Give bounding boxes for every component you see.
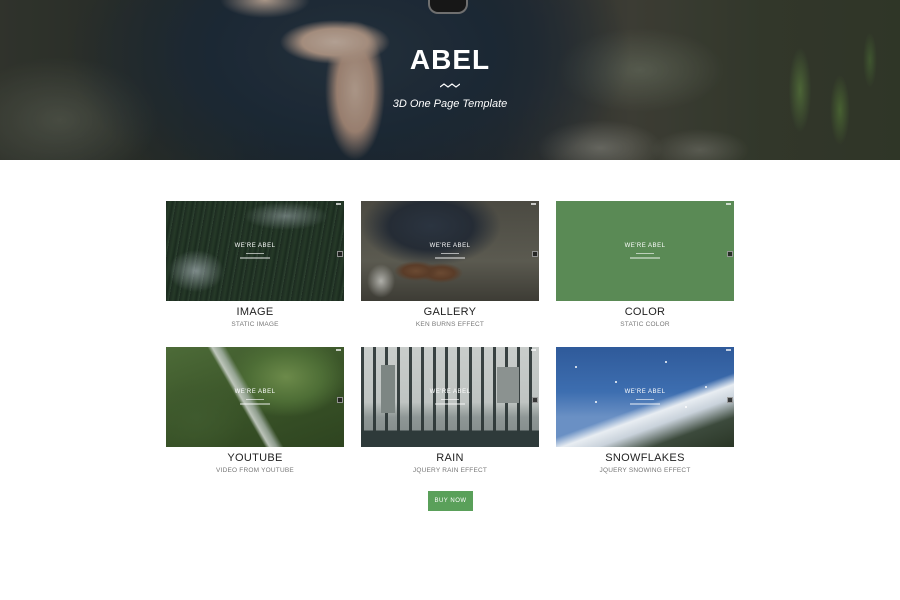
arrow-icon bbox=[727, 251, 733, 257]
arrow-icon bbox=[532, 397, 538, 403]
site-tagline: 3D One Page Template bbox=[392, 98, 508, 110]
demo-card-snowflakes: WE'RE ABEL SNOWFLAKES JQUERY SNOWING EFF… bbox=[556, 347, 734, 474]
thumbnail-caption: WE'RE ABEL bbox=[429, 243, 471, 249]
demo-subtitle: JQUERY SNOWING EFFECT bbox=[599, 467, 691, 474]
menu-icon bbox=[531, 349, 536, 351]
demo-thumbnail-youtube[interactable]: WE'RE ABEL bbox=[166, 347, 344, 447]
demo-card-color: WE'RE ABEL COLOR STATIC COLOR bbox=[556, 201, 734, 328]
menu-icon bbox=[336, 349, 341, 351]
menu-icon bbox=[726, 349, 731, 351]
demo-title[interactable]: COLOR bbox=[556, 305, 734, 319]
site-title: ABEL bbox=[409, 44, 491, 75]
demo-thumbnail-rain[interactable]: WE'RE ABEL bbox=[361, 347, 539, 447]
menu-icon bbox=[531, 203, 536, 205]
menu-icon bbox=[336, 203, 341, 205]
arrow-icon bbox=[337, 397, 343, 403]
buy-now-button[interactable]: BUY NOW bbox=[428, 491, 473, 511]
demo-card-gallery: WE'RE ABEL GALLERY KEN BURNS EFFECT bbox=[361, 201, 539, 328]
menu-icon bbox=[726, 203, 731, 205]
demo-card-youtube: WE'RE ABEL YOUTUBE VIDEO FROM YOUTUBE bbox=[166, 347, 344, 474]
demo-card-rain: WE'RE ABEL RAIN JQUERY RAIN EFFECT bbox=[361, 347, 539, 474]
thumbnail-divider bbox=[441, 399, 459, 400]
thumbnail-divider bbox=[246, 399, 264, 400]
thumbnail-caption: WE'RE ABEL bbox=[234, 243, 276, 249]
demo-thumbnail-image[interactable]: WE'RE ABEL bbox=[166, 201, 344, 301]
thumbnail-building bbox=[497, 367, 519, 403]
demo-subtitle: STATIC COLOR bbox=[620, 321, 670, 328]
thumbnail-caption: WE'RE ABEL bbox=[624, 243, 666, 249]
thumbnail-subtext bbox=[630, 403, 660, 405]
demo-title[interactable]: RAIN bbox=[361, 451, 539, 465]
thumbnail-caption: WE'RE ABEL bbox=[429, 389, 471, 395]
arrow-icon bbox=[532, 251, 538, 257]
thumbnail-subtext bbox=[240, 403, 270, 405]
arrow-icon bbox=[337, 251, 343, 257]
thumbnail-subtext bbox=[630, 257, 660, 259]
demo-title[interactable]: YOUTUBE bbox=[166, 451, 344, 465]
thumbnail-divider bbox=[246, 253, 264, 254]
thumbnail-caption: WE'RE ABEL bbox=[234, 389, 276, 395]
hero-banner: ABEL 3D One Page Template bbox=[0, 0, 900, 160]
demo-subtitle: KEN BURNS EFFECT bbox=[415, 321, 485, 328]
demo-card-image: WE'RE ABEL IMAGE STATIC IMAGE bbox=[166, 201, 344, 328]
demo-subtitle: JQUERY RAIN EFFECT bbox=[412, 467, 488, 474]
demo-title[interactable]: IMAGE bbox=[166, 305, 344, 319]
demo-subtitle: STATIC IMAGE bbox=[231, 321, 279, 328]
zigzag-divider-icon bbox=[440, 83, 460, 88]
thumbnail-subtext bbox=[240, 257, 270, 259]
arrow-icon bbox=[727, 397, 733, 403]
thumbnail-divider bbox=[636, 399, 654, 400]
demo-thumbnail-color[interactable]: WE'RE ABEL bbox=[556, 201, 734, 301]
thumbnail-caption: WE'RE ABEL bbox=[624, 389, 666, 395]
demo-title[interactable]: SNOWFLAKES bbox=[556, 451, 734, 465]
thumbnail-divider bbox=[636, 253, 654, 254]
demo-subtitle: VIDEO FROM YOUTUBE bbox=[216, 467, 294, 474]
demo-thumbnail-gallery[interactable]: WE'RE ABEL bbox=[361, 201, 539, 301]
demo-thumbnail-snowflakes[interactable]: WE'RE ABEL bbox=[556, 347, 734, 447]
thumbnail-divider bbox=[441, 253, 459, 254]
hero-overlay bbox=[0, 0, 900, 160]
demo-title[interactable]: GALLERY bbox=[361, 305, 539, 319]
thumbnail-subtext bbox=[435, 257, 465, 259]
thumbnail-subtext bbox=[435, 403, 465, 405]
